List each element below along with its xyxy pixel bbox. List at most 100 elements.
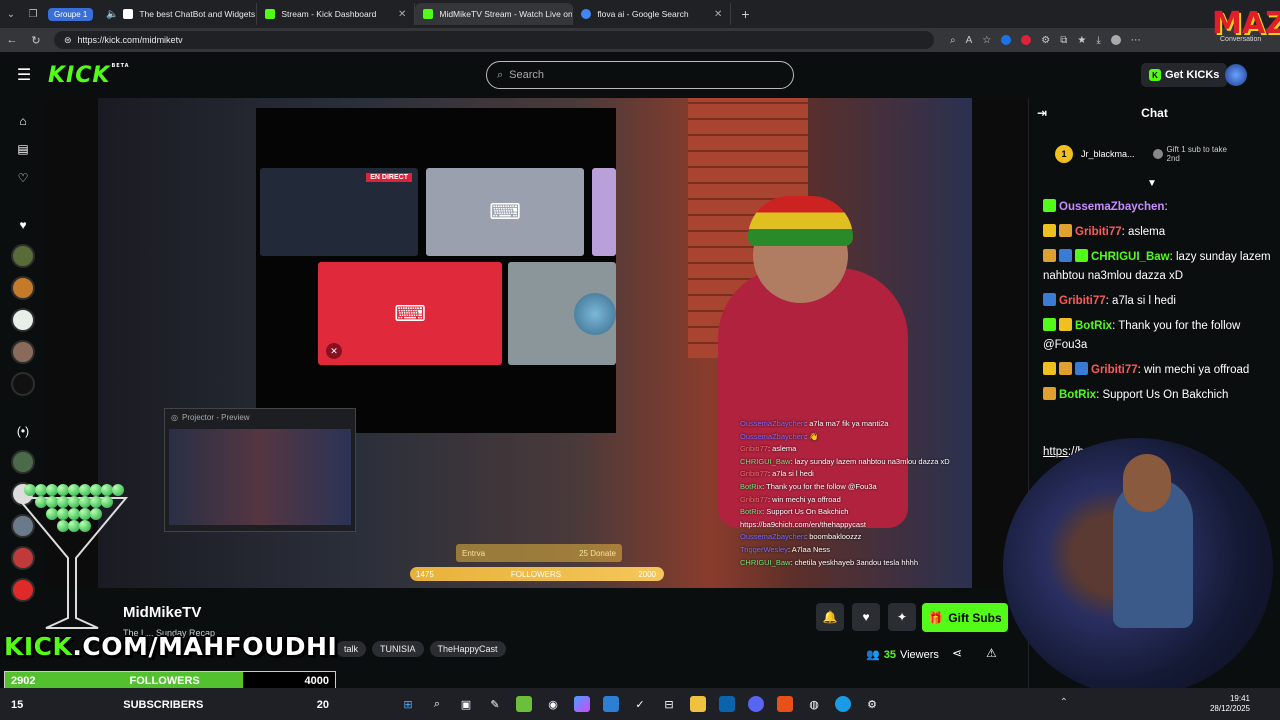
favorites-icon[interactable]: ★	[1077, 35, 1086, 46]
followed-channel-avatar[interactable]	[11, 244, 35, 268]
tab-group-label[interactable]: Groupe 1	[48, 7, 94, 21]
app-icon[interactable]: ⊟	[661, 696, 677, 712]
tray-overflow-icon[interactable]: ⌃	[1060, 697, 1068, 708]
followed-channel-avatar[interactable]	[11, 372, 35, 396]
workspaces-icon[interactable]: ❐	[22, 0, 44, 28]
video-chat-username: OussemaZbaychen	[740, 532, 806, 542]
follow-heart-button[interactable]: ♥	[852, 603, 880, 631]
tab-google-search[interactable]: flova ai - Google Search ✕	[573, 3, 732, 25]
close-icon[interactable]: ✕	[714, 9, 722, 20]
reload-icon[interactable]: ↻	[24, 34, 48, 47]
read-aloud-icon[interactable]: A	[966, 35, 973, 46]
app-icon[interactable]: ✎	[487, 696, 503, 712]
site-info-icon[interactable]: ⊜	[64, 35, 72, 46]
settings-icon[interactable]: ⚙	[864, 696, 880, 712]
chat-badge-icon	[1075, 249, 1088, 262]
chat-message: Gribiti77: a7la si l hedi	[1043, 292, 1271, 311]
chat-username[interactable]: CHRIGUI_Baw	[1091, 251, 1170, 263]
browse-icon[interactable]: ▤	[12, 138, 34, 160]
extension-icon[interactable]	[1001, 35, 1012, 45]
expand-icon[interactable]: ▼	[1147, 178, 1157, 189]
followers-goal-target: 2000	[638, 569, 656, 579]
chat-username[interactable]: Gribiti77	[1091, 364, 1138, 376]
followers-goal-bar: 1475 FOLLOWERS 2000	[410, 567, 664, 581]
collapse-chat-icon[interactable]: ⇥	[1037, 106, 1047, 120]
tab-chatbot[interactable]: 🔈 The best ChatBot and Widgets ✕	[99, 3, 258, 25]
user-avatar[interactable]	[1225, 64, 1247, 86]
app-icon[interactable]: ✓	[632, 696, 648, 712]
obs-icon[interactable]: ◍	[806, 696, 822, 712]
extensions-icon[interactable]: ⚙	[1041, 35, 1050, 46]
notifications-bell-button[interactable]: 🔔	[816, 603, 844, 631]
recommended-channel-avatar[interactable]	[11, 450, 35, 474]
app-icon[interactable]	[516, 696, 532, 712]
search-input[interactable]: ⌕ Search	[486, 61, 794, 89]
report-icon[interactable]: ⚠	[986, 646, 997, 660]
chat-badge-icon	[1075, 362, 1088, 375]
app-icon[interactable]	[777, 696, 793, 712]
discord-icon[interactable]	[748, 696, 764, 712]
close-icon[interactable]: ✕	[398, 9, 406, 20]
gift-prompt[interactable]: Gift 1 sub to take 2nd	[1152, 145, 1237, 163]
chat-text: : aslema	[1121, 226, 1166, 238]
chat-username[interactable]: Gribiti77	[1059, 295, 1106, 307]
zoom-icon[interactable]: ⌕	[950, 35, 956, 46]
url-field[interactable]: ⊜ https://kick.com/midmiketv	[54, 31, 934, 49]
bubble-decoration	[101, 496, 113, 508]
search-icon[interactable]: ⌕	[429, 696, 445, 712]
video-chat-username: Gribiti77	[740, 444, 768, 454]
tag-thehappycast[interactable]: TheHappyCast	[429, 641, 506, 657]
kick-logo[interactable]: KICKBETA	[48, 63, 130, 88]
share-icon[interactable]: ⋖	[952, 646, 962, 660]
video-chat-line: Gribiti77: aslema	[740, 443, 960, 456]
gift-subs-button[interactable]: 🎁 Gift Subs	[922, 603, 1008, 632]
back-icon[interactable]: ←	[0, 34, 24, 46]
menu-icon[interactable]: ☰	[0, 65, 48, 85]
streamer-webcam	[1003, 438, 1273, 696]
tab-kick-dashboard[interactable]: Stream - Kick Dashboard ✕	[257, 3, 416, 25]
app-icon[interactable]	[603, 696, 619, 712]
new-tab-icon[interactable]: +	[731, 6, 759, 22]
start-icon[interactable]: ⊞	[400, 696, 416, 712]
file-explorer-icon[interactable]	[690, 696, 706, 712]
chat-text: : Support Us On Bakchich	[1096, 389, 1229, 401]
get-kicks-button[interactable]: K Get KICKs	[1141, 63, 1228, 87]
followed-channel-avatar[interactable]	[11, 276, 35, 300]
chat-username[interactable]: OussemaZbaychen	[1059, 201, 1164, 213]
mute-icon[interactable]: 🔈	[106, 3, 118, 25]
favorite-star-icon[interactable]: ☆	[982, 35, 991, 46]
video-chat-text: : win mechi ya offroad	[767, 494, 841, 504]
tab-actions-chevron-icon[interactable]: ⌄	[0, 0, 22, 28]
tag-talk[interactable]: talk	[336, 641, 367, 657]
task-view-icon[interactable]: ▣	[458, 696, 474, 712]
chat-username[interactable]: BotRix	[1059, 389, 1096, 401]
followed-channel-avatar[interactable]	[11, 308, 35, 332]
app-icon[interactable]	[719, 696, 735, 712]
app-icon[interactable]: ◉	[545, 696, 561, 712]
bubble-decoration	[79, 520, 91, 532]
chat-username[interactable]: Gribiti77	[1075, 226, 1122, 238]
donation-right: 25 Donate	[579, 548, 616, 558]
extension-icon[interactable]	[1021, 35, 1032, 45]
video-player[interactable]: EN DIRECT ⌨ ⌨ ✕ ◎ Projector - Preview En…	[46, 98, 1028, 588]
clock[interactable]: 19:41 28/12/2025	[1210, 694, 1250, 714]
top-gifter-name[interactable]: Jr_blackma...	[1081, 149, 1135, 159]
home-icon[interactable]: ⌂	[12, 110, 34, 132]
video-chat-text: : boombakloozzz	[805, 532, 862, 542]
kick-header: ☰ KICKBETA ⌕ Search K Get KICKs	[0, 52, 1280, 98]
downloads-icon[interactable]: ⤓	[1096, 35, 1100, 46]
followed-channel-avatar[interactable]	[11, 340, 35, 364]
more-options-icon[interactable]: ⋯	[1131, 35, 1141, 46]
projector-preview-image	[169, 429, 351, 525]
edge-icon[interactable]	[835, 696, 851, 712]
profile-avatar[interactable]	[1110, 35, 1121, 45]
app-icon[interactable]	[574, 696, 590, 712]
bubble-decoration	[90, 508, 102, 520]
tag-tunisia[interactable]: TUNISIA	[372, 641, 424, 657]
chat-username[interactable]: BotRix	[1075, 320, 1112, 332]
following-heart-icon[interactable]: ♡	[12, 167, 34, 189]
boost-button[interactable]: ✦	[888, 603, 916, 631]
split-screen-icon[interactable]: ⧉	[1060, 35, 1067, 46]
chat-text: : Thank you for the follow @Fou3a	[1043, 320, 1241, 351]
tab-midmiketv[interactable]: MidMikeTV Stream - Watch Live on ✕	[415, 3, 574, 25]
